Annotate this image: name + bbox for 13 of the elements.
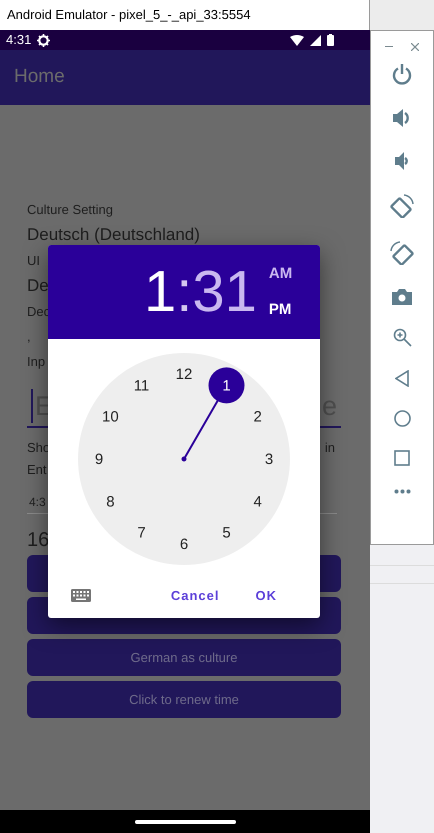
label-text: in bbox=[324, 439, 335, 457]
label-text: Culture Setting bbox=[27, 201, 113, 219]
value-text: Deutsch (Deutschland) bbox=[27, 224, 200, 246]
label-text: Ent bbox=[27, 461, 47, 479]
status-time: 4:31 bbox=[6, 31, 32, 50]
label-text: , bbox=[27, 328, 31, 346]
value-text: De bbox=[27, 275, 49, 297]
time-separator: : bbox=[176, 263, 192, 321]
label-text: UI bbox=[27, 252, 40, 270]
label-text: Inp bbox=[27, 353, 46, 371]
value-text: 16 bbox=[27, 528, 50, 552]
app-title: Home bbox=[14, 65, 65, 90]
window-title: Android Emulator - pixel_5_-_api_33:5554 bbox=[7, 6, 251, 24]
